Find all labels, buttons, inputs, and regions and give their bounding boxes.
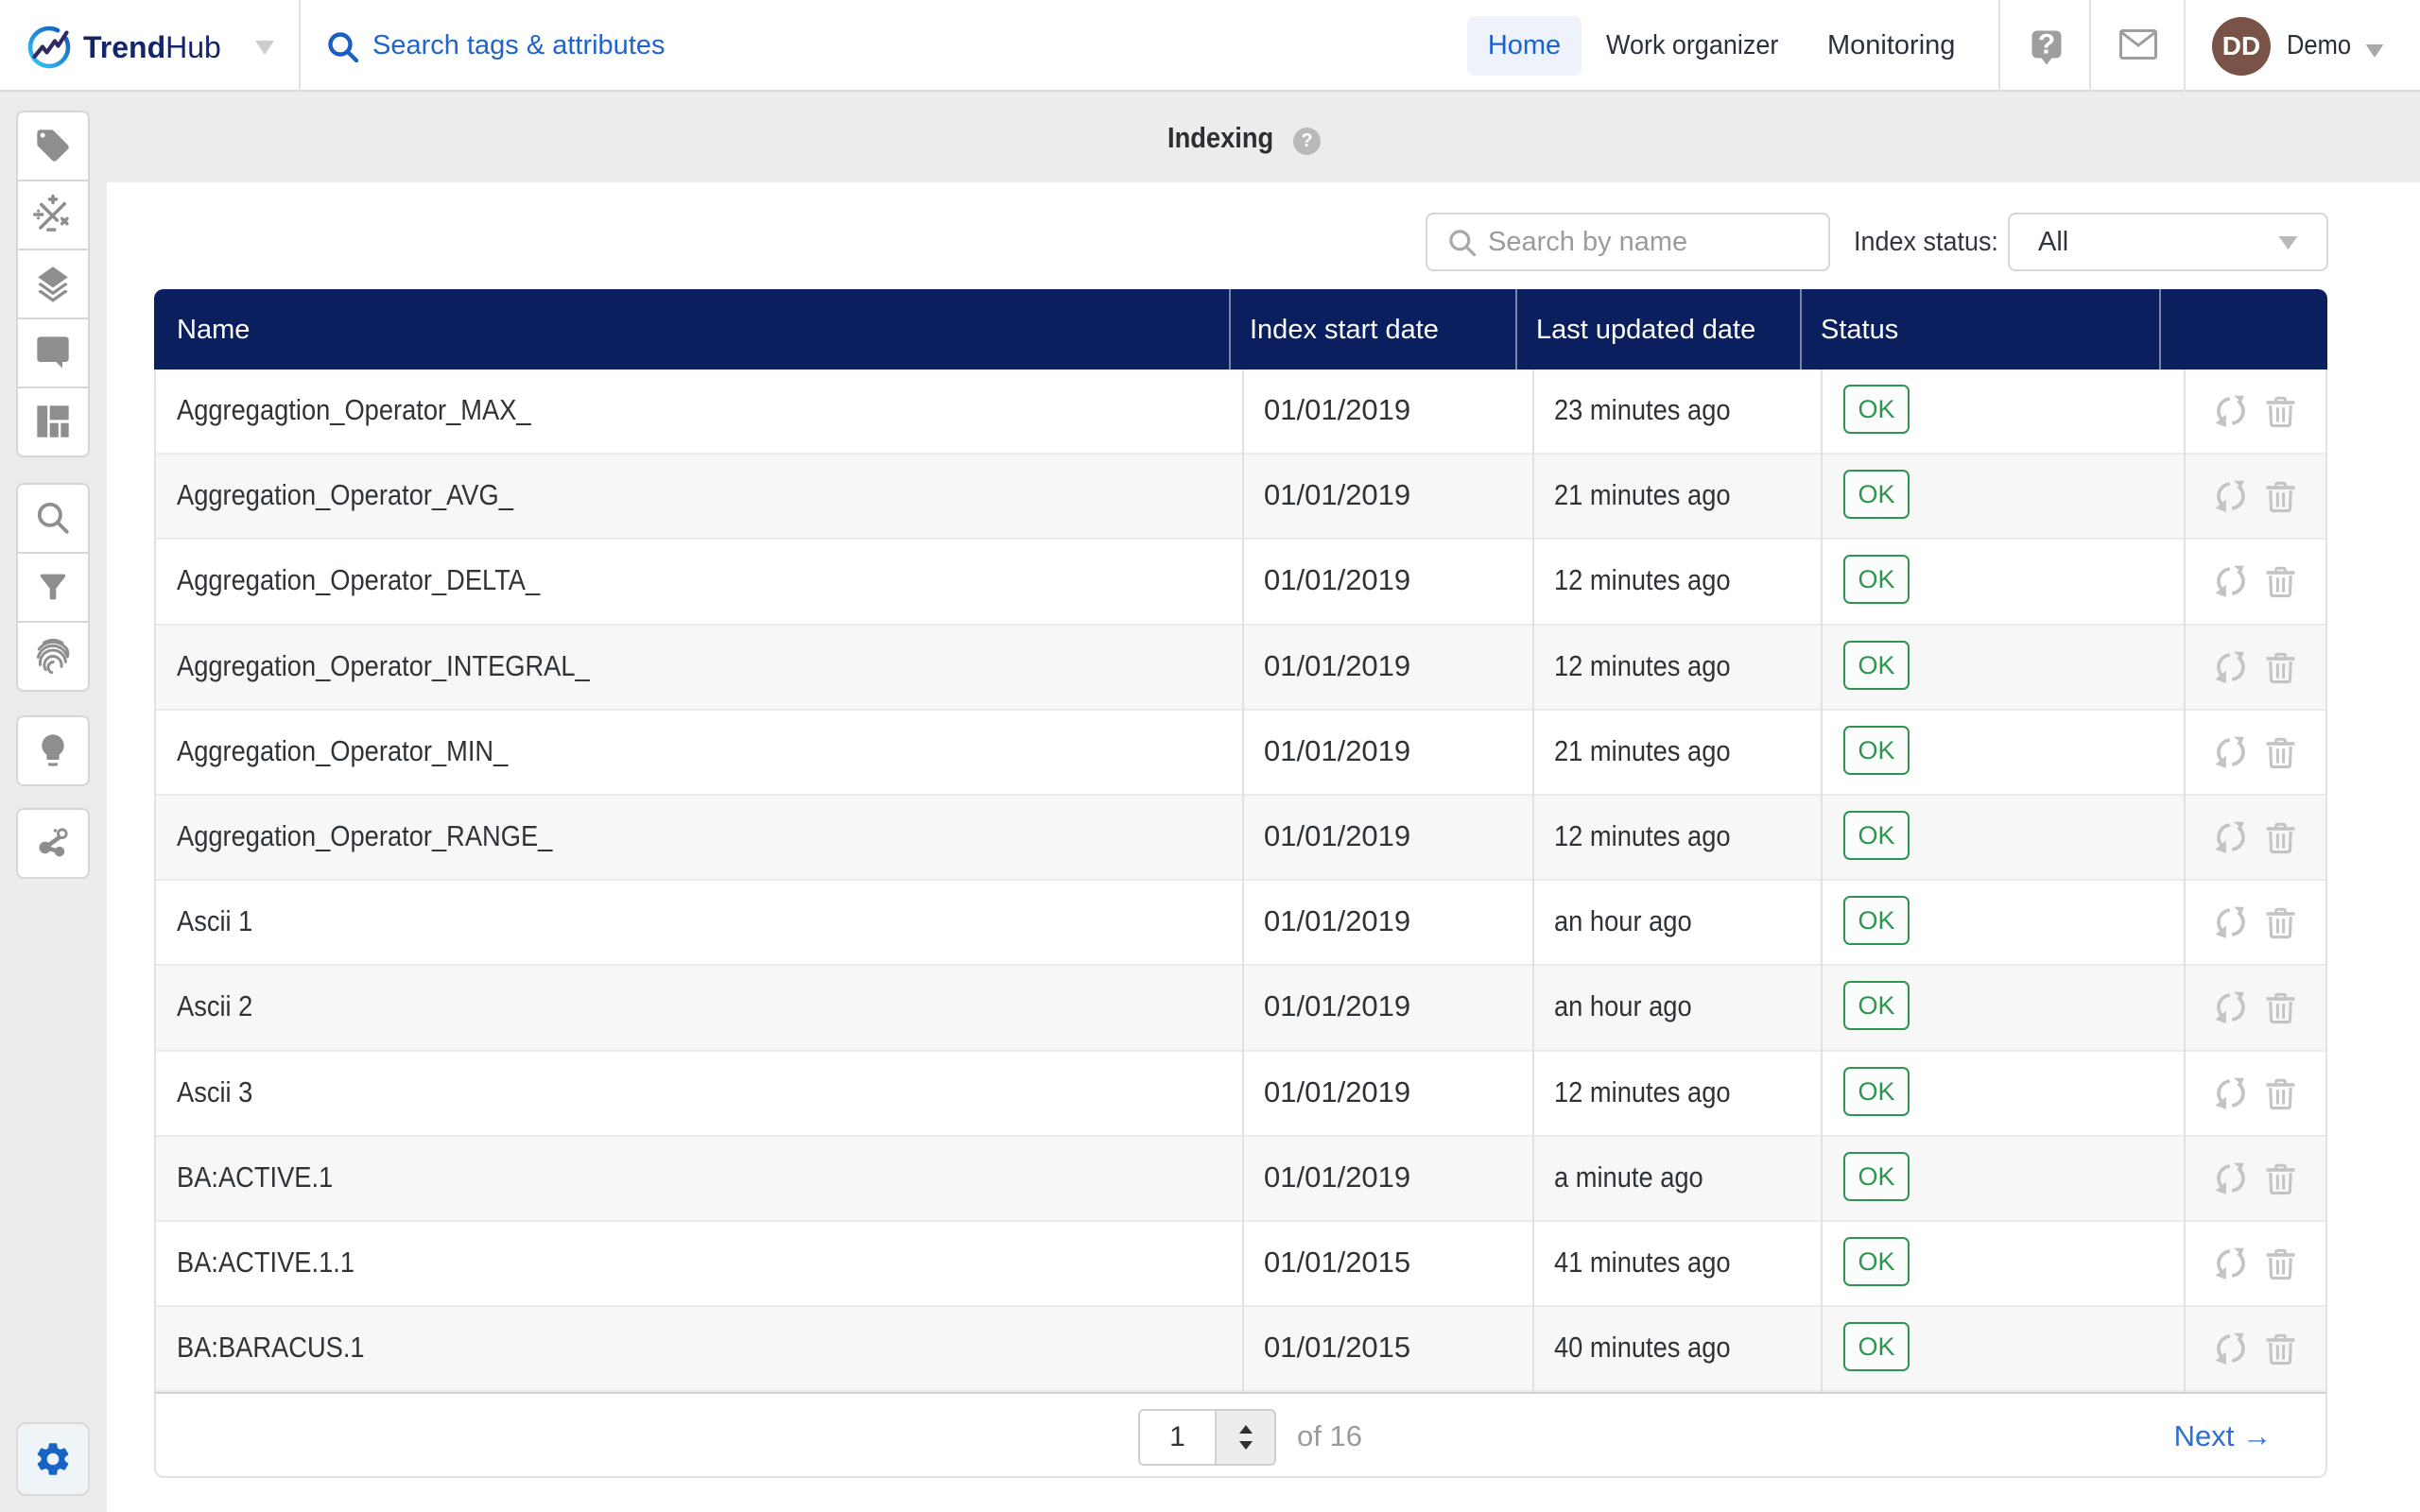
svg-text:?: ? xyxy=(2038,30,2055,60)
